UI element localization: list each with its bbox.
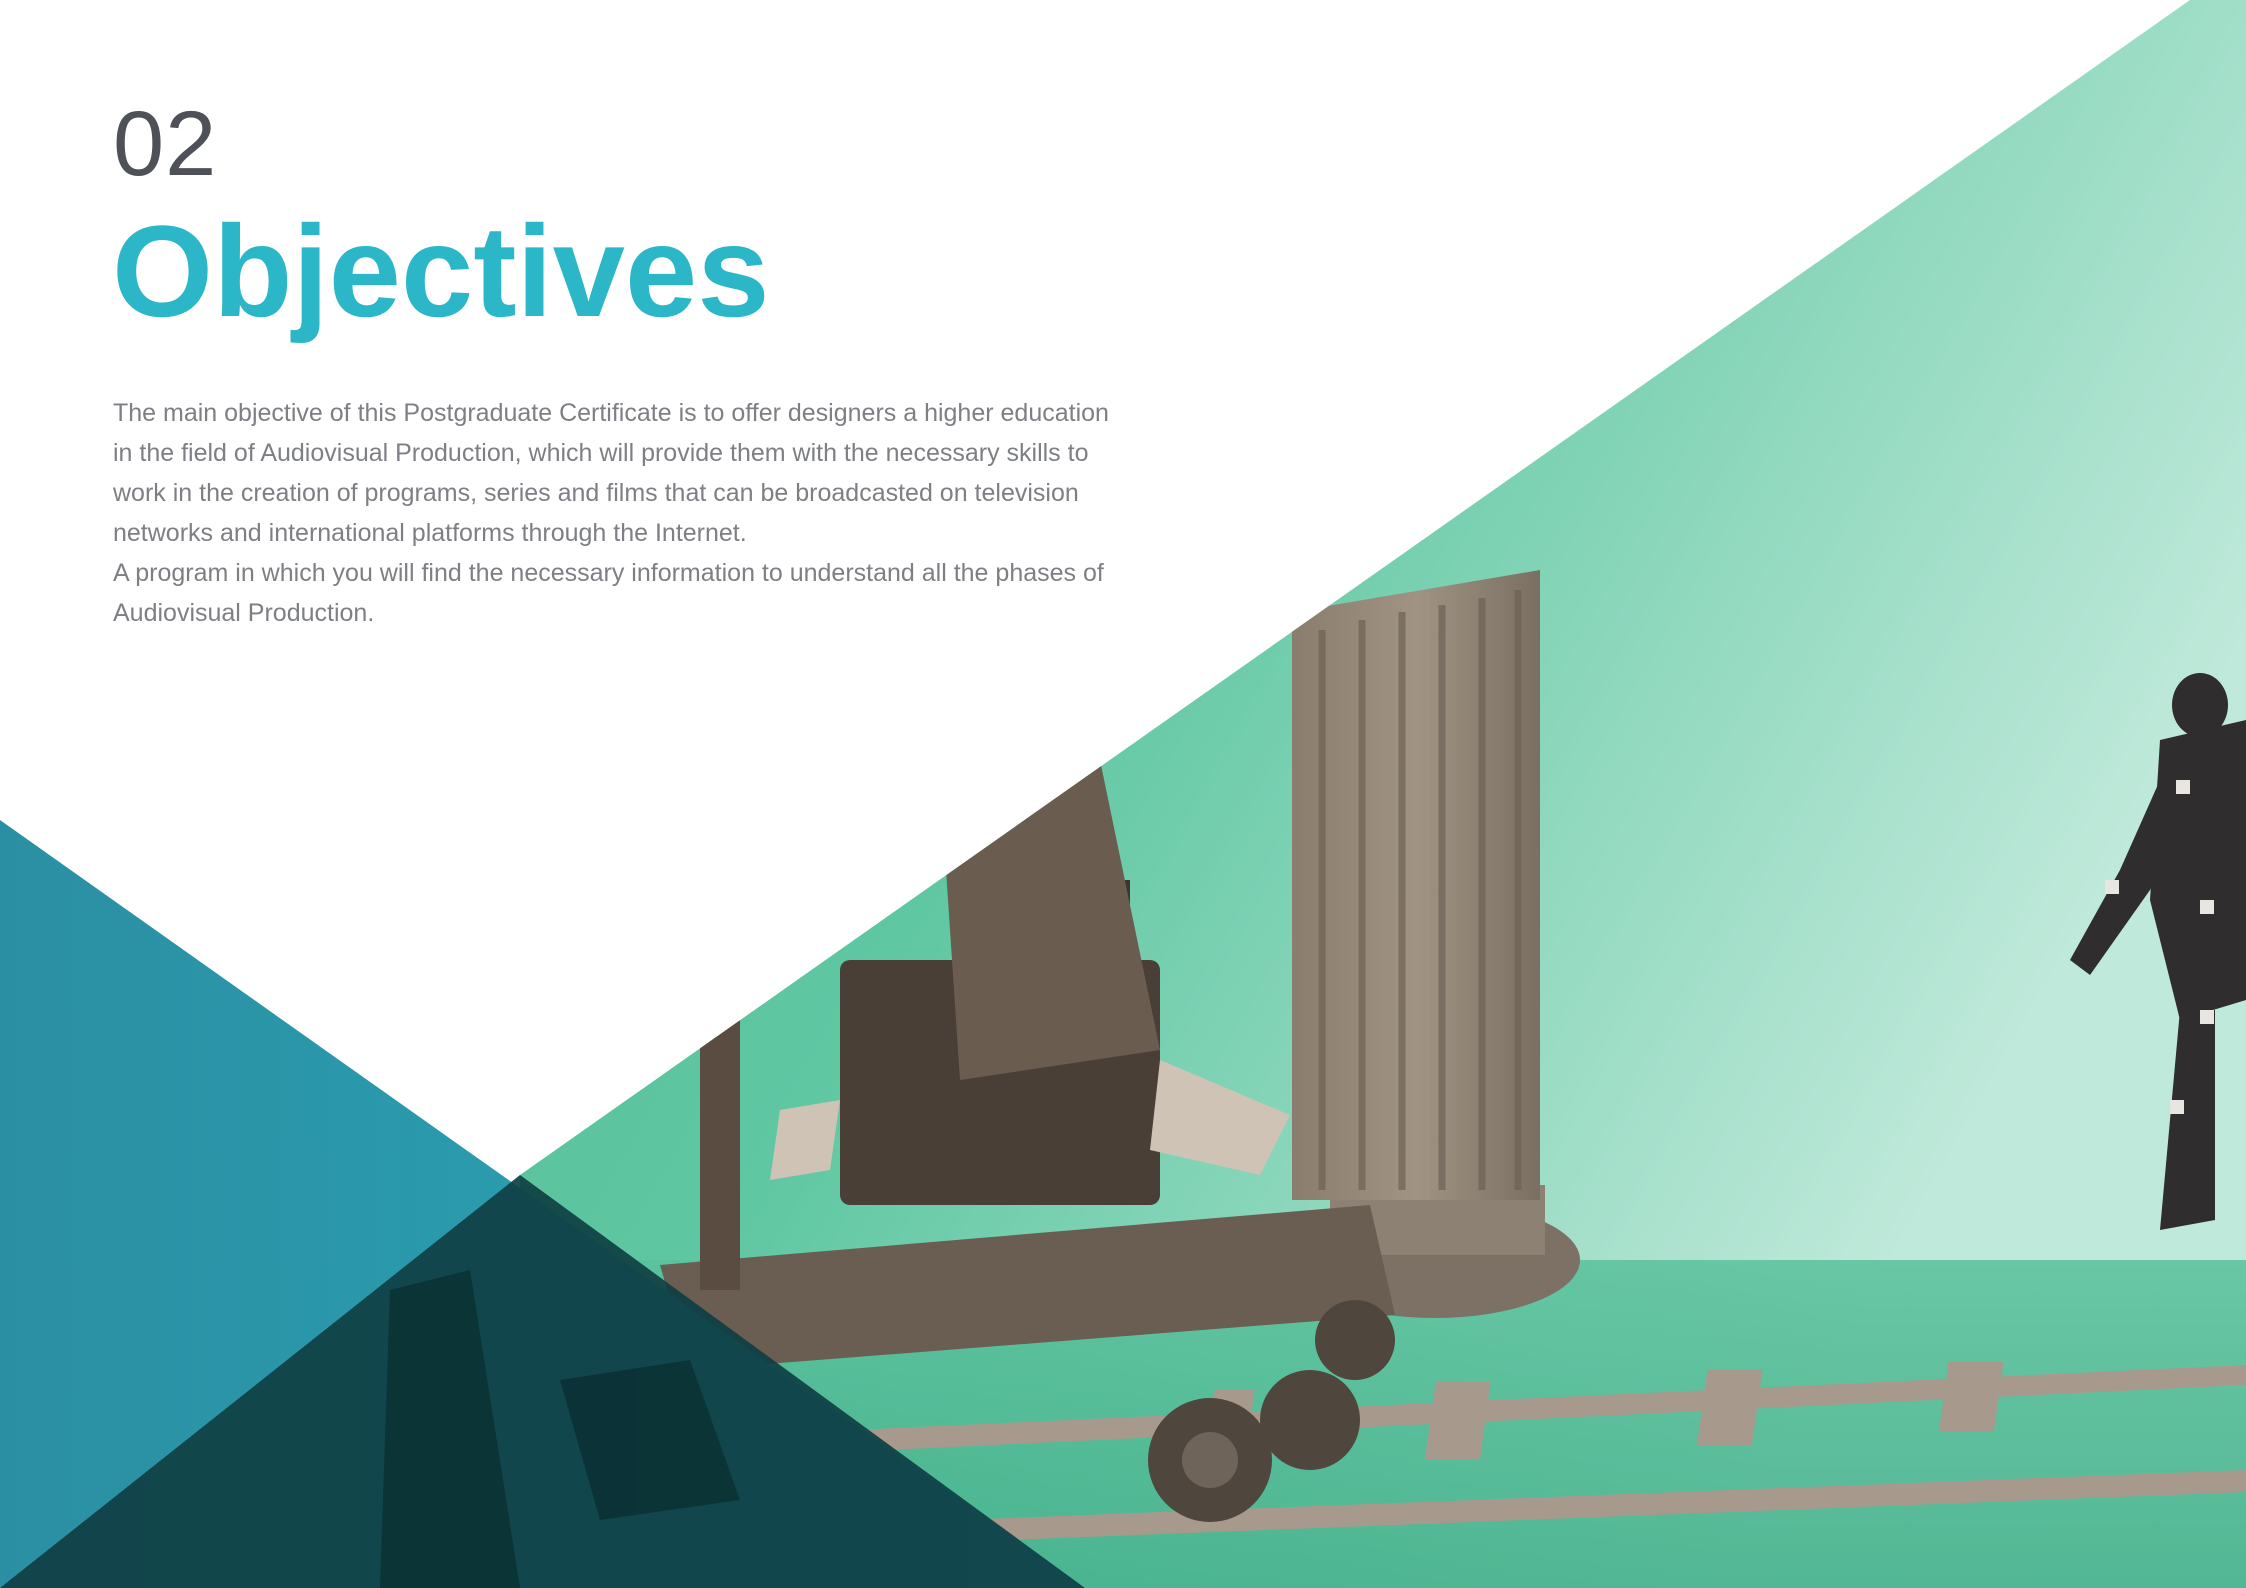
intro-text: The main objective of this Postgraduate … — [113, 393, 1123, 633]
column-prop — [1290, 570, 1580, 1318]
intro-paragraph-2: A program in which you will find the nec… — [113, 559, 1104, 627]
intro-paragraph-1: The main objective of this Postgraduate … — [113, 399, 1109, 547]
section-number: 02 — [113, 93, 218, 195]
page-title: Objectives — [112, 198, 770, 344]
brochure-page: 02 Objectives The main objective of this… — [0, 0, 2246, 1588]
